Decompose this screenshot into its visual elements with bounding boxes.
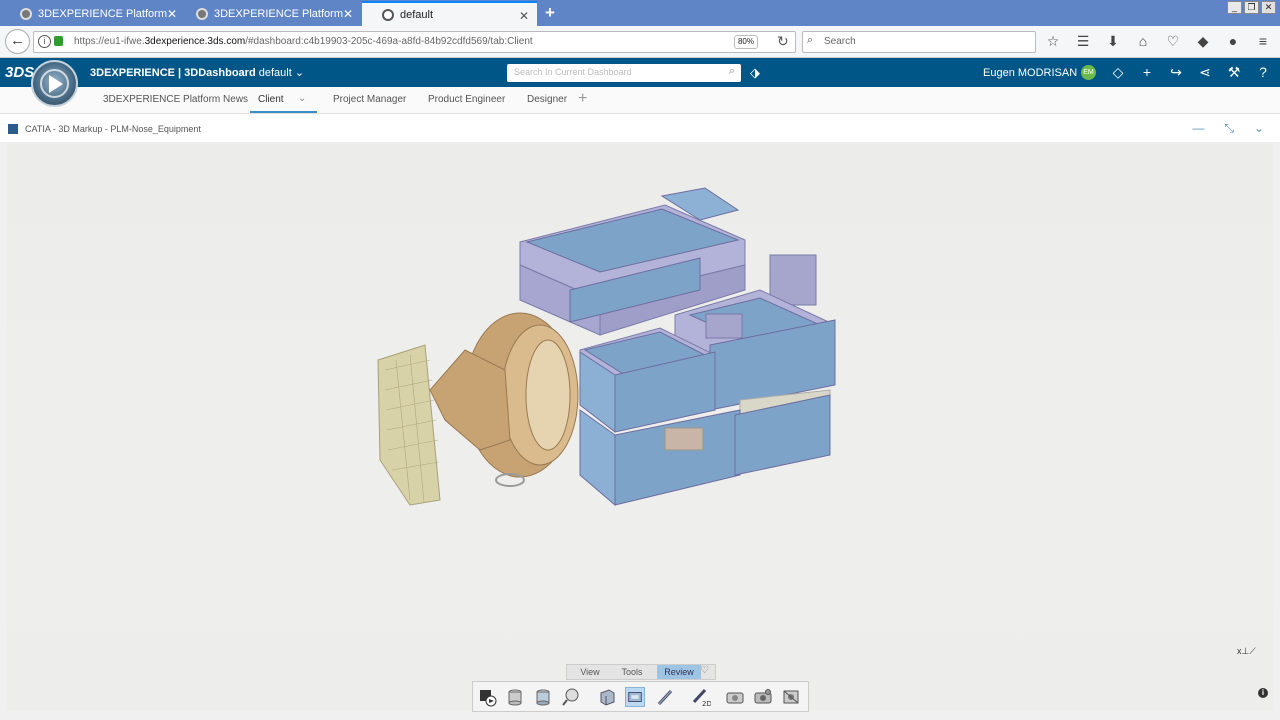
extension-icon[interactable]: ◆	[1195, 33, 1211, 49]
axis-triad-icon: x⊥⟋	[1237, 646, 1256, 656]
3d-viewer[interactable]	[7, 142, 1273, 710]
chevron-down-icon[interactable]: ⌄	[295, 67, 304, 79]
close-window-button[interactable]: ✕	[1261, 1, 1276, 14]
action-bar: 2D	[472, 681, 809, 712]
chevron-down-icon[interactable]: ⌄	[1254, 121, 1264, 136]
svg-text:2D: 2D	[702, 700, 711, 707]
extension-2-icon[interactable]: ●	[1225, 33, 1241, 49]
compass-icon[interactable]	[31, 60, 78, 107]
dashboard-search-input[interactable]: Search In Current Dashboard ⌕	[507, 64, 741, 82]
chevron-down-icon[interactable]: ♡	[700, 665, 709, 676]
tab-designer[interactable]: Designer	[527, 94, 567, 105]
ds-logo-icon: 3DS	[5, 64, 35, 81]
tab-view[interactable]: View	[569, 665, 611, 679]
close-tab-icon[interactable]: ✕	[343, 7, 353, 21]
browser-tab-label: 3DEXPERIENCE Platform	[214, 7, 343, 20]
tag-icon[interactable]: ⬗	[750, 65, 760, 81]
download-icon[interactable]: ⬇	[1105, 33, 1121, 49]
new-tab-button[interactable]: +	[545, 3, 555, 23]
play-icon	[49, 75, 63, 93]
3dexperience-favicon-icon	[20, 7, 32, 20]
close-tab-icon[interactable]: ✕	[519, 9, 529, 23]
site-info-icon[interactable]: i	[38, 35, 51, 48]
help-icon[interactable]: ?	[1255, 64, 1271, 80]
info-icon[interactable]: i	[1258, 688, 1268, 698]
browser-tab-label: default	[400, 8, 434, 21]
browser-tab-1[interactable]: 3DEXPERIENCE Platform ✕	[0, 1, 185, 26]
search-placeholder: Search	[824, 36, 856, 47]
tools-icon[interactable]: ⚒	[1226, 64, 1242, 80]
minimize-window-button[interactable]: _	[1227, 1, 1242, 14]
widget-title: CATIA - 3D Markup - PLM-Nose_Equipment	[25, 124, 201, 134]
lock-icon	[54, 36, 63, 46]
reload-icon[interactable]: ↻	[777, 33, 789, 50]
collapse-icon[interactable]: ⤡	[1224, 121, 1234, 136]
avatar[interactable]: EM	[1081, 65, 1096, 80]
snapshot-icon[interactable]	[477, 687, 497, 707]
minimize-icon[interactable]: —	[1192, 121, 1204, 136]
browser-tab-3[interactable]: default ✕	[362, 1, 537, 26]
capture-icon[interactable]	[781, 687, 801, 707]
catia-app-icon	[8, 124, 18, 134]
3d-pencil-icon[interactable]	[655, 687, 675, 707]
tab-platform-news[interactable]: 3DEXPERIENCE Platform News	[103, 94, 248, 105]
search-icon: ⌕	[807, 34, 814, 46]
browser-nav-bar: ← i https://eu1-ifwe.3dexperience.3ds.co…	[0, 26, 1280, 58]
user-name[interactable]: Eugen MODRISAN	[983, 67, 1077, 79]
3dexperience-favicon-icon	[196, 7, 208, 20]
dashboard-tab-bar: 3DEXPERIENCE Platform News Client ⌄ Proj…	[0, 87, 1280, 114]
url-bar[interactable]: i https://eu1-ifwe.3dexperience.3ds.com/…	[33, 31, 796, 53]
widget-header: CATIA - 3D Markup - PLM-Nose_Equipment —…	[0, 114, 1280, 142]
dashboard-search-placeholder: Search In Current Dashboard	[514, 67, 632, 77]
browser-tab-label: 3DEXPERIENCE Platform	[38, 7, 167, 20]
search-icon[interactable]: ⌕	[729, 65, 735, 78]
add-icon[interactable]: +	[1139, 64, 1155, 80]
browser-toolbar-icons: ☆ ☰ ⬇ ⌂ ♡ ◆ ● ≡	[1045, 33, 1271, 49]
tab-project-manager[interactable]: Project Manager	[333, 94, 406, 105]
window-controls: _ ❐ ✕	[1227, 1, 1276, 14]
maximize-window-button[interactable]: ❐	[1244, 1, 1259, 14]
tab-client[interactable]: Client	[258, 94, 284, 105]
camera-settings-icon[interactable]	[753, 687, 773, 707]
active-tab-indicator	[250, 111, 317, 113]
browser-tab-bar: 3DEXPERIENCE Platform ✕ 3DEXPERIENCE Pla…	[0, 0, 1280, 26]
menu-icon[interactable]: ≡	[1255, 33, 1271, 49]
browser-tab-2[interactable]: 3DEXPERIENCE Platform ✕	[176, 1, 361, 26]
notification-icon[interactable]: ◇	[1110, 64, 1126, 80]
zoom-level[interactable]: 80%	[734, 35, 758, 49]
tab-tools[interactable]: Tools	[611, 665, 653, 679]
share-icon[interactable]: ↪	[1168, 64, 1184, 80]
tab-product-engineer[interactable]: Product Engineer	[428, 94, 505, 105]
social-share-icon[interactable]: ⋖	[1197, 64, 1213, 80]
dashboard-name: default	[258, 67, 292, 79]
bookmark-star-icon[interactable]: ☆	[1045, 33, 1061, 49]
compare-icon[interactable]	[533, 687, 553, 707]
3dexperience-favicon-icon	[382, 8, 394, 21]
tab-review[interactable]: Review	[657, 665, 701, 679]
app-header: 3DS 3DEXPERIENCE | 3DDashboard default ⌄…	[0, 58, 1280, 107]
reader-list-icon[interactable]: ☰	[1075, 33, 1091, 49]
cube-icon[interactable]	[597, 687, 617, 707]
chevron-down-icon[interactable]: ⌄	[298, 93, 306, 104]
add-tab-icon[interactable]: +	[578, 90, 587, 108]
section-icon[interactable]	[505, 687, 525, 707]
widget-controls: — ⤡ ⌄	[1192, 121, 1264, 136]
measure-icon[interactable]	[561, 687, 581, 707]
2d-pencil-icon[interactable]: 2D	[691, 687, 711, 707]
pocket-icon[interactable]: ♡	[1165, 33, 1181, 49]
url-text: https://eu1-ifwe.3dexperience.3ds.com/#d…	[74, 36, 533, 47]
home-icon[interactable]: ⌂	[1135, 33, 1151, 49]
3d-model-render[interactable]	[7, 142, 1273, 710]
camera-icon[interactable]	[725, 687, 745, 707]
back-button[interactable]: ←	[5, 29, 30, 54]
action-bar-tabs: View Tools Review	[566, 664, 716, 680]
app-title: 3DEXPERIENCE | 3DDashboard default ⌄	[90, 67, 305, 79]
browser-search-input[interactable]: ⌕ Search	[802, 31, 1036, 53]
header-actions: ◇ + ↪ ⋖ ⚒ ?	[1110, 64, 1271, 80]
3d-markup-icon[interactable]	[625, 687, 645, 707]
